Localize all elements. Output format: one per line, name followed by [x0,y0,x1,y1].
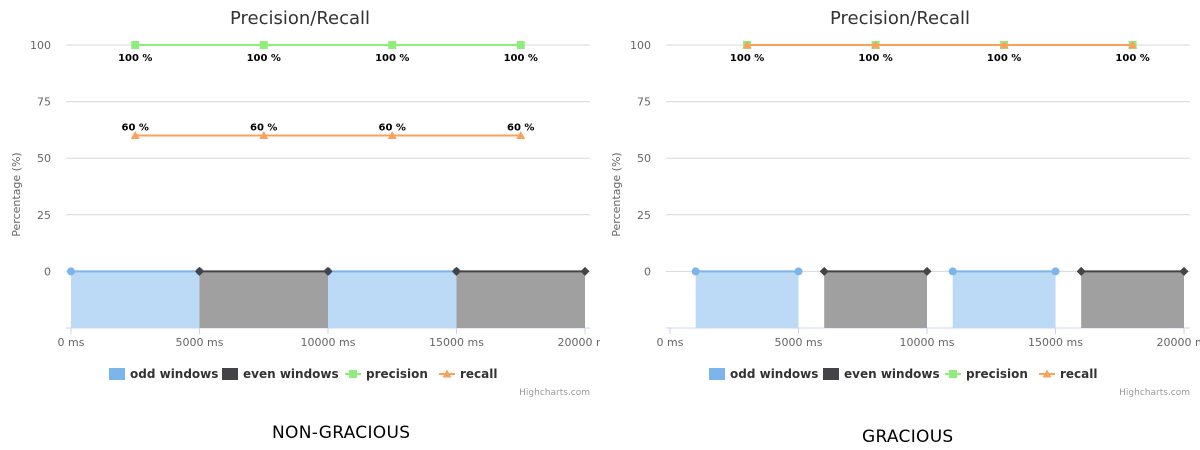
y-tick-label: 25 [37,209,51,222]
recall-data-label: 60 % [250,123,277,134]
y-tick-label: 0 [644,265,651,278]
legend-label-odd-windows: odd windows [730,367,818,381]
legend-label-precision: precision [966,367,1028,381]
precision-point [388,41,397,49]
recall-data-label: 60 % [379,123,406,134]
legend-swatch-even-windows [222,368,238,380]
chart-title: Precision/Recall [830,8,970,29]
x-tick-label: 5000 ms [176,336,224,349]
legend: odd windows even windows precision recall [109,367,498,381]
legend-label-recall: recall [460,367,498,381]
legend-swatch-odd-windows [709,368,725,380]
series-precision: 100 % 100 % 100 % 100 % [117,41,539,65]
chart-panel-gracious: Precision/Recall 0 25 50 75 100 Percentage (%)… [600,0,1200,450]
legend-label-odd-windows: odd windows [130,367,218,381]
y-axis-title: Percentage (%) [610,152,623,236]
y-tick-label: 0 [44,265,51,278]
legend-label-even-windows: even windows [844,367,940,381]
precision-data-label: 100 % [247,53,281,64]
chart-title: Precision/Recall [230,8,370,29]
odd-windows-point [948,267,957,276]
even-windows-area [199,271,328,328]
y-tick-label: 100 [630,39,651,52]
legend-label-even-windows: even windows [243,367,339,381]
odd-windows-area [952,271,1056,328]
caption-non-gracious: NON-GRACIOUS [272,423,411,443]
credits-label: Highcharts.com [519,388,590,398]
precision-data-label: 100 % [730,53,764,64]
precision-data-label: 100 % [987,53,1021,64]
precision-recall-chart-non-gracious: Precision/Recall 0 25 50 75 100 Percentage (%)… [10,8,600,398]
odd-windows-point [1051,267,1060,276]
legend-swatch-odd-windows [109,368,125,380]
legend-swatch-even-windows [823,368,839,380]
precision-point [259,41,268,49]
legend-label-recall: recall [1060,367,1098,381]
y-tick-label: 75 [37,96,51,109]
y-tick-label: 75 [637,96,651,109]
precision-data-label: 100 % [1115,53,1149,64]
chart-panel-non-gracious: Precision/Recall 0 25 50 75 100 Percentage (%)… [0,0,600,450]
even-windows-area [456,271,585,328]
odd-windows-point [67,267,75,276]
caption-gracious: GRACIOUS [862,427,954,447]
series-recall: 60 % 60 % 60 % 60 % [121,122,535,140]
recall-data-label: 60 % [507,123,534,134]
precision-data-label: 100 % [118,53,152,64]
legend-marker-precision [349,370,357,378]
x-tick-label: 20000 ms [1157,336,1200,349]
precision-point [516,41,525,49]
y-axis-title: Percentage (%) [10,152,23,236]
odd-windows-point [794,267,803,276]
credits-label: Highcharts.com [1119,388,1190,398]
x-tick-label: 10000 ms [900,336,955,349]
precision-point [131,41,140,49]
y-tick-label: 100 [30,39,51,52]
odd-windows-area [328,271,457,328]
precision-recall-chart-gracious: Precision/Recall 0 25 50 75 100 Percentage (%)… [610,8,1200,398]
series-recall [742,40,1138,49]
x-tick-label: 15000 ms [1028,336,1083,349]
precision-data-label: 100 % [375,53,409,64]
y-tick-label: 50 [637,152,651,165]
y-tick-label: 50 [37,152,51,165]
x-tick-label: 0 ms [58,336,85,349]
recall-data-label: 60 % [122,123,149,134]
legend-marker-precision [949,370,957,378]
odd-windows-area [695,271,799,328]
odd-windows-area [71,271,200,328]
odd-windows-point [691,267,700,276]
x-tick-label: 5000 ms [775,336,823,349]
y-tick-label: 25 [637,209,651,222]
even-windows-area [824,271,927,328]
precision-data-label: 100 % [858,53,892,64]
precision-data-label: 100 % [504,53,538,64]
even-windows-area [1081,271,1184,328]
legend-label-precision: precision [366,367,428,381]
legend: odd windows even windows precision recall [709,367,1098,381]
x-tick-label: 10000 ms [301,336,356,349]
x-tick-label: 0 ms [657,336,684,349]
x-tick-label: 15000 ms [429,336,484,349]
x-tick-label: 20000 ms [558,336,600,349]
